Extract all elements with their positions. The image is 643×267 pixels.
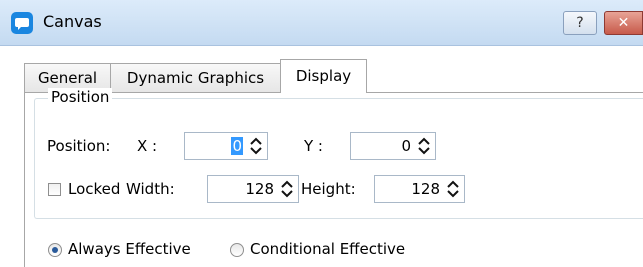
width-label: Width: [126, 180, 175, 198]
width-spinner[interactable]: 128 [207, 175, 299, 203]
canvas-app-icon [11, 12, 33, 34]
always-effective-radio[interactable] [48, 243, 62, 257]
window-title: Canvas [43, 12, 102, 31]
locked-label[interactable]: Locked [68, 180, 120, 198]
conditional-effective-label[interactable]: Conditional Effective [250, 240, 405, 258]
x-spinner[interactable]: 0 [184, 132, 268, 160]
y-label: Y : [304, 137, 323, 155]
width-value[interactable]: 128 [245, 180, 274, 198]
height-value[interactable]: 128 [411, 180, 440, 198]
locked-checkbox[interactable] [48, 183, 61, 196]
tab-display[interactable]: Display [280, 59, 367, 93]
up-down-arrows-icon[interactable] [447, 180, 459, 198]
height-label: Height: [301, 180, 356, 198]
help-button[interactable]: ? [563, 11, 597, 35]
always-effective-label[interactable]: Always Effective [68, 240, 191, 258]
position-label: Position: [47, 137, 111, 155]
y-value[interactable]: 0 [401, 137, 411, 155]
title-bar: Canvas ? ✕ [0, 0, 643, 46]
close-button[interactable]: ✕ [604, 11, 643, 35]
position-group-legend: Position [48, 88, 113, 106]
x-label: X : [137, 137, 158, 155]
tab-dynamic-graphics[interactable]: Dynamic Graphics [110, 63, 281, 92]
x-value[interactable]: 0 [231, 137, 243, 155]
up-down-arrows-icon[interactable] [250, 137, 262, 155]
up-down-arrows-icon[interactable] [281, 180, 293, 198]
height-spinner[interactable]: 128 [374, 175, 465, 203]
conditional-effective-radio[interactable] [230, 243, 244, 257]
position-group [34, 98, 643, 219]
up-down-arrows-icon[interactable] [418, 137, 430, 155]
y-spinner[interactable]: 0 [350, 132, 436, 160]
